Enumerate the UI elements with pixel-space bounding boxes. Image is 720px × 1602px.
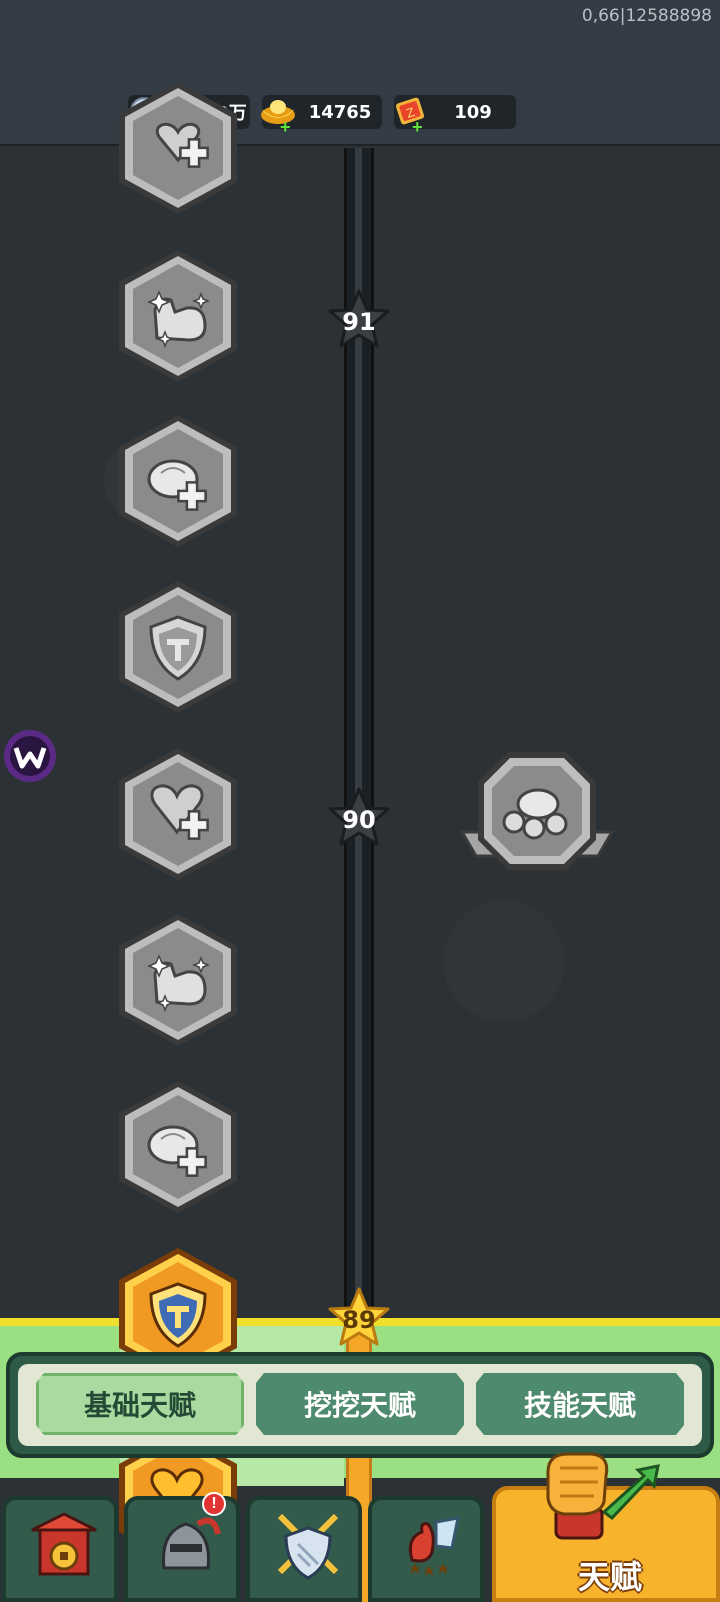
level-badge-91: 91	[326, 288, 392, 352]
special-talent-node[interactable]	[458, 748, 616, 884]
add-gold-icon[interactable]: +	[280, 118, 291, 136]
nav-battle-button[interactable]	[246, 1496, 362, 1602]
rooster-stars-icon	[408, 1516, 460, 1577]
talent-node-heart-plus[interactable]	[115, 80, 241, 216]
gold-ingot-icon	[261, 100, 295, 124]
level-label-89: 89	[342, 1306, 376, 1334]
level-label-90: 90	[342, 806, 376, 834]
talent-node-shield[interactable]	[115, 579, 241, 715]
gate-icon	[31, 1512, 97, 1576]
w-logo-icon	[4, 730, 56, 782]
tab-skill-talent[interactable]: 技能天赋	[476, 1373, 684, 1435]
nav-talent-label: 天赋	[577, 1558, 642, 1596]
add-ticket-icon[interactable]: +	[412, 118, 423, 136]
tab-basic-talent[interactable]: 基础天赋	[36, 1373, 244, 1435]
tab-dig-talent[interactable]: 挖挖天赋	[256, 1373, 464, 1435]
ticket-icon: Z	[395, 97, 425, 125]
resource-gold[interactable]: + 14765	[261, 95, 382, 136]
talent-node-muscle[interactable]	[115, 248, 241, 384]
talent-node-heart-plus-2[interactable]	[115, 746, 241, 882]
floating-assistant-button[interactable]	[0, 726, 60, 786]
level-badge-89: 89	[326, 1286, 392, 1350]
top-bar: 0,66|12588898 + 1633.9万 + 14765 Z + 109	[0, 0, 720, 146]
talent-node-bun-plus[interactable]	[115, 413, 241, 549]
nav-talent-button[interactable]: 天赋	[492, 1452, 720, 1602]
notification-badge: !	[202, 1492, 226, 1516]
talent-node-bun-plus-2[interactable]	[115, 1079, 241, 1215]
crossed-swords-shield-icon	[277, 1513, 339, 1580]
level-label-91: 91	[342, 308, 376, 336]
level-badge-90: 90	[326, 786, 392, 850]
knight-helmet-icon	[161, 1517, 221, 1570]
fist-arrow-icon	[546, 1452, 660, 1540]
nav-gate-button[interactable]	[2, 1496, 118, 1602]
version-text: 0,66|12588898	[581, 6, 712, 26]
talent-node-muscle-2[interactable]	[115, 912, 241, 1048]
resource-ticket[interactable]: Z + 109	[394, 95, 516, 136]
nav-pet-button[interactable]	[368, 1496, 484, 1602]
nav-hero-button[interactable]: !	[124, 1492, 240, 1602]
